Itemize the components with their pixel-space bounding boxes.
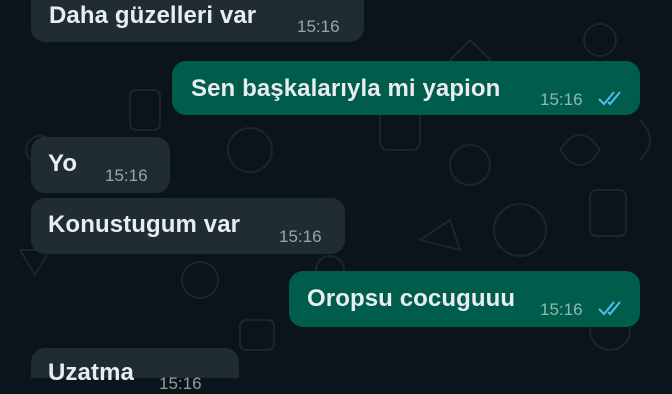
- message-bubble-incoming[interactable]: Uzatma 15:16: [31, 348, 239, 393]
- message-bubble-incoming[interactable]: Yo 15:16: [31, 137, 170, 193]
- message-text: Konustugum var: [48, 211, 241, 238]
- message-bubble-outgoing[interactable]: Sen başkalarıyla mi yapion 15:16: [172, 61, 640, 115]
- message-timestamp: 15:16: [297, 17, 340, 36]
- message-timestamp: 15:16: [279, 227, 322, 246]
- message-text: Yo: [48, 150, 78, 177]
- message-bubble-incoming[interactable]: Daha güzelleri var 15:16: [31, 0, 364, 42]
- message-text: Daha güzelleri var: [49, 2, 257, 29]
- message-timestamp: 15:16: [105, 166, 148, 185]
- message-timestamp: 15:16: [159, 374, 202, 393]
- message-bubble-incoming[interactable]: Konustugum var 15:16: [31, 198, 345, 254]
- message-timestamp: 15:16: [540, 300, 583, 319]
- double-check-icon: [598, 91, 621, 106]
- message-text: Sen başkalarıyla mi yapion: [191, 75, 501, 102]
- message-text: Uzatma: [48, 359, 134, 386]
- message-text: Oropsu cocuguuu: [307, 285, 516, 312]
- message-bubble-outgoing[interactable]: Oropsu cocuguuu 15:16: [289, 271, 640, 327]
- message-timestamp: 15:16: [540, 90, 583, 109]
- double-check-icon: [598, 301, 621, 316]
